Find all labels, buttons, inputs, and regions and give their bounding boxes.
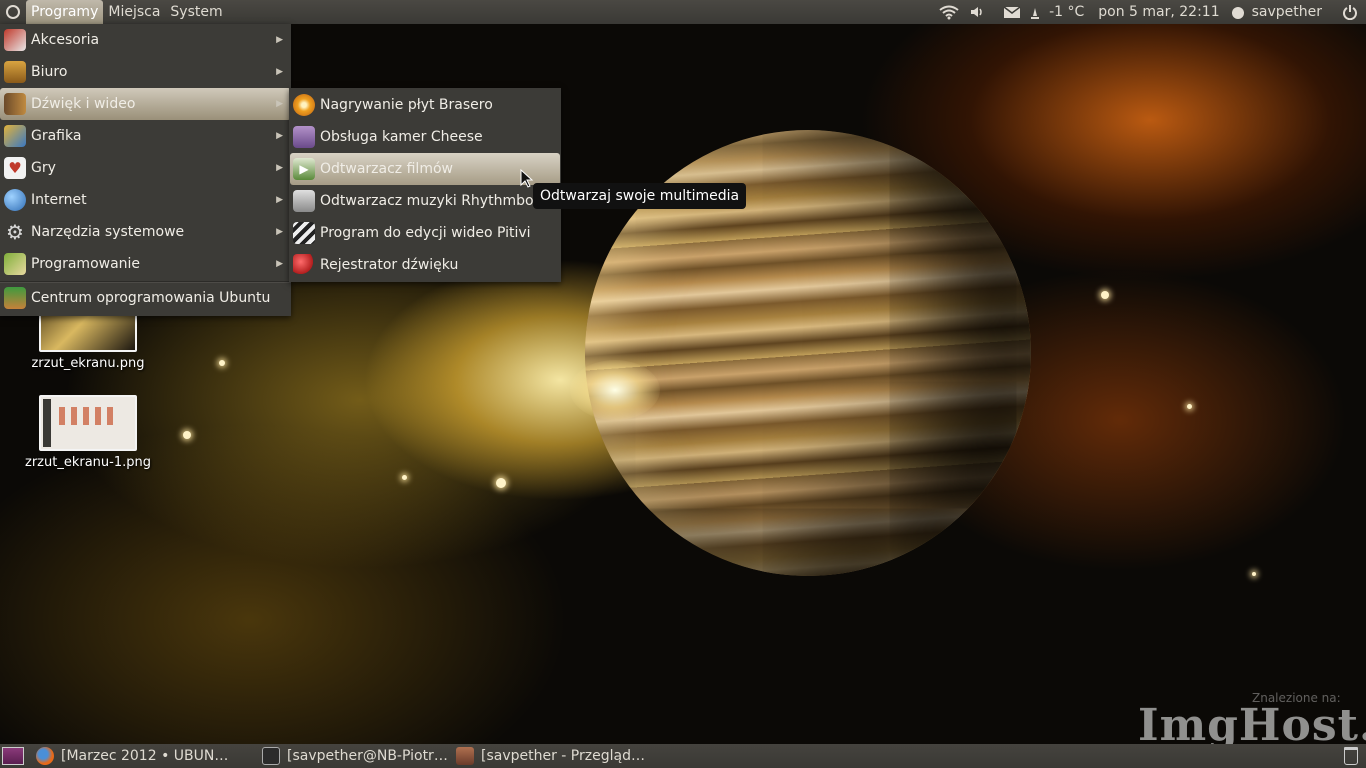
- wallpaper-star: [183, 431, 191, 439]
- menu-item-label: Akcesoria: [31, 32, 100, 48]
- menu-item-akcesoria[interactable]: Akcesoria ▶: [0, 24, 291, 56]
- taskbar-item-image-viewer[interactable]: [savpether - Przegląd…: [450, 744, 644, 768]
- submenu-arrow-icon: ▶: [276, 163, 283, 173]
- user-name[interactable]: savpether: [1252, 0, 1322, 24]
- rhythmbox-speaker-icon: [293, 190, 315, 212]
- cheese-webcam-icon: [293, 126, 315, 148]
- menu-system[interactable]: System: [165, 0, 227, 24]
- menu-item-label: Biuro: [31, 64, 68, 80]
- taskbar-item-terminal[interactable]: [savpether@NB-Piotr…: [256, 744, 450, 768]
- taskbar-item-label: [Marzec 2012 • UBUN…: [61, 748, 229, 764]
- menu-item-dzwiek-i-wideo[interactable]: Dźwięk i wideo ▶: [0, 88, 291, 120]
- submenu-item-sound-recorder[interactable]: Rejestrator dźwięku: [289, 249, 561, 281]
- submenu-arrow-icon: ▶: [276, 35, 283, 45]
- system-tools-gear-icon: ⚙: [6, 220, 24, 244]
- submenu-item-label: Odtwarzacz muzyki Rhythmbox: [320, 193, 542, 209]
- submenu-item-pitivi[interactable]: Program do edycji wideo Pitivi: [289, 217, 561, 249]
- submenu-item-label: Nagrywanie płyt Brasero: [320, 97, 493, 113]
- tooltip: Odtwarzaj swoje multimedia: [533, 183, 747, 209]
- file-manager-icon: [456, 747, 474, 765]
- menu-item-label: Narzędzia systemowe: [31, 224, 185, 240]
- indicator-area: -1 °C pon 5 mar, 22:11 savpether: [939, 0, 1366, 24]
- menu-item-label: Programowanie: [31, 256, 141, 272]
- firefox-icon: [36, 747, 54, 765]
- multimedia-icon: [4, 93, 26, 115]
- top-panel: Programy Miejsca System -1 °C pon 5 mar,…: [0, 0, 1366, 24]
- menu-item-label: Dźwięk i wideo: [31, 96, 136, 112]
- menu-item-label: Internet: [31, 192, 87, 208]
- menu-programy[interactable]: Programy: [26, 0, 104, 24]
- submenu-arrow-icon: ▶: [276, 131, 283, 141]
- taskbar-item-label: [savpether@NB-Piotr…: [287, 748, 448, 764]
- submenu-item-label: Rejestrator dźwięku: [320, 257, 459, 273]
- menu-miejsca[interactable]: Miejsca: [103, 0, 165, 24]
- graphics-icon: [4, 125, 26, 147]
- programming-icon: [4, 253, 26, 275]
- bottom-panel: [Marzec 2012 • UBUN… [savpether@NB-Piotr…: [0, 744, 1366, 768]
- submenu-arrow-icon: ▶: [276, 195, 283, 205]
- menu-item-label: Grafika: [31, 128, 82, 144]
- software-center-icon: [4, 287, 26, 309]
- submenu-item-brasero[interactable]: Nagrywanie płyt Brasero: [289, 89, 561, 121]
- temperature-readout[interactable]: -1 °C: [1049, 0, 1084, 24]
- submenu-item-rhythmbox[interactable]: Odtwarzacz muzyki Rhythmbox: [289, 185, 561, 217]
- ubuntu-logo-icon[interactable]: [0, 0, 26, 24]
- menu-item-gry[interactable]: ♥ Gry ▶: [0, 152, 291, 184]
- submenu-item-label: Obsługa kamer Cheese: [320, 129, 483, 145]
- submenu-item-cheese[interactable]: Obsługa kamer Cheese: [289, 121, 561, 153]
- wallpaper-star: [1187, 404, 1192, 409]
- desktop-icon-label: zrzut_ekranu-1.png: [25, 455, 151, 470]
- wallpaper-star: [1101, 291, 1109, 299]
- accessories-icon: [4, 29, 26, 51]
- office-icon: [4, 61, 26, 83]
- submenu-arrow-icon: ▶: [276, 227, 283, 237]
- applications-menu: Akcesoria ▶ Biuro ▶ Dźwięk i wideo ▶ Gra…: [0, 24, 291, 316]
- mail-icon[interactable]: [1003, 0, 1021, 24]
- wifi-icon[interactable]: [939, 0, 959, 24]
- internet-globe-icon: [4, 189, 26, 211]
- pitivi-clapper-icon: [293, 222, 315, 244]
- weather-icon[interactable]: [1027, 0, 1043, 24]
- brasero-disc-icon: [293, 94, 315, 116]
- games-icon: ♥: [4, 157, 26, 179]
- power-icon[interactable]: [1342, 0, 1358, 24]
- movie-player-icon: ▶: [293, 158, 315, 180]
- user-status-icon[interactable]: [1230, 0, 1246, 24]
- volume-icon[interactable]: [969, 0, 987, 24]
- menu-item-centrum-oprogramowania[interactable]: Centrum oprogramowania Ubuntu: [0, 282, 291, 314]
- menu-item-biuro[interactable]: Biuro ▶: [0, 56, 291, 88]
- desktop-icon-screenshot-1[interactable]: zrzut_ekranu-1.png: [18, 395, 158, 470]
- submenu-arrow-icon: ▶: [276, 99, 283, 109]
- menu-item-programowanie[interactable]: Programowanie ▶: [0, 248, 291, 280]
- applications-menubar: Programy Miejsca System: [0, 0, 228, 24]
- trash-icon[interactable]: [1344, 747, 1358, 765]
- wallpaper-star: [219, 360, 225, 366]
- menu-item-narzedzia-systemowe[interactable]: ⚙ Narzędzia systemowe ▶: [0, 216, 291, 248]
- wallpaper-glow: [570, 360, 660, 420]
- taskbar-item-firefox[interactable]: [Marzec 2012 • UBUN…: [30, 744, 256, 768]
- wallpaper-star: [496, 478, 506, 488]
- menu-item-label: Centrum oprogramowania Ubuntu: [31, 290, 271, 306]
- menu-item-internet[interactable]: Internet ▶: [0, 184, 291, 216]
- menu-item-grafika[interactable]: Grafika ▶: [0, 120, 291, 152]
- desktop-icon-label: zrzut_ekranu.png: [31, 356, 145, 371]
- submenu-item-label: Program do edycji wideo Pitivi: [320, 225, 531, 241]
- mouse-pointer-icon: [520, 168, 534, 189]
- submenu-arrow-icon: ▶: [276, 67, 283, 77]
- taskbar-item-label: [savpether - Przegląd…: [481, 748, 644, 764]
- sound-recorder-icon: [293, 254, 315, 276]
- clock[interactable]: pon 5 mar, 22:11: [1098, 0, 1219, 24]
- terminal-icon: [262, 747, 280, 765]
- menu-item-label: Gry: [31, 160, 56, 176]
- wallpaper-star: [402, 475, 407, 480]
- image-thumbnail: [39, 395, 137, 451]
- show-desktop-icon[interactable]: [2, 747, 24, 765]
- wallpaper-star: [1252, 572, 1256, 576]
- submenu-arrow-icon: ▶: [276, 259, 283, 269]
